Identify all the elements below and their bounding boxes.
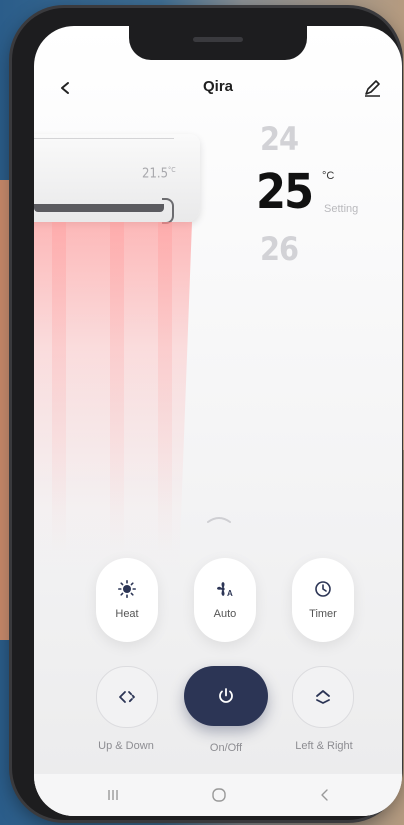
pencil-icon (365, 80, 380, 97)
temp-unit: °C (322, 170, 335, 182)
clock-icon (315, 581, 331, 597)
swing-vertical-icon (119, 691, 135, 703)
speaker-grille (193, 37, 243, 42)
app-header: Qira (34, 74, 402, 102)
timer-label: Timer (309, 608, 337, 620)
sun-icon (118, 580, 136, 598)
power-label: On/Off (209, 742, 243, 754)
airflow-stripe (158, 222, 172, 552)
system-back-button[interactable] (310, 784, 340, 806)
ac-flap (162, 198, 174, 224)
swing-vertical-button[interactable] (96, 666, 158, 728)
page-title: Qira (202, 78, 233, 95)
phone-notch (129, 26, 307, 60)
home-button[interactable] (204, 784, 234, 806)
app-screen: Qira 21.5°C 24 25 °C Setting 26 Heat A A… (34, 26, 402, 816)
ac-vent (34, 204, 164, 212)
recent-apps-button[interactable] (98, 784, 128, 806)
system-navbar (34, 773, 402, 816)
chevron-up-icon[interactable] (206, 514, 232, 524)
ac-room-temp: 21.5°C (142, 166, 176, 181)
airflow-stripe (110, 222, 124, 552)
ac-unit-illustration: 21.5°C (34, 134, 200, 224)
temp-current: 25 (256, 164, 314, 220)
swing-horizontal-icon (316, 690, 330, 704)
edit-button[interactable] (360, 76, 384, 100)
home-icon (212, 788, 226, 802)
temp-option-down[interactable]: 26 (260, 230, 299, 268)
fan-auto-icon: A (217, 582, 233, 598)
temp-option-up[interactable]: 24 (260, 120, 299, 158)
phone-frame: Qira 21.5°C 24 25 °C Setting 26 Heat A A… (12, 8, 402, 820)
heat-mode-label: Heat (115, 608, 139, 620)
swing-horizontal-label: Left & Right (295, 740, 353, 752)
power-icon (219, 688, 233, 703)
back-icon (321, 789, 328, 801)
ac-room-temp-unit: °C (168, 166, 176, 174)
temp-setting-label: Setting (324, 203, 359, 215)
auto-fan-button[interactable]: A Auto (194, 558, 256, 642)
recent-apps-icon (108, 790, 118, 800)
ac-top-panel (34, 138, 174, 141)
heat-mode-button[interactable]: Heat (96, 558, 158, 642)
ac-room-temp-value: 21.5 (142, 166, 169, 182)
auto-fan-label: Auto (213, 608, 237, 620)
power-button[interactable] (184, 666, 268, 726)
swing-horizontal-button[interactable] (292, 666, 354, 728)
svg-text:A: A (227, 589, 233, 598)
timer-button[interactable]: Timer (292, 558, 354, 642)
swing-vertical-label: Up & Down (98, 740, 154, 752)
airflow-stripe (52, 222, 66, 552)
